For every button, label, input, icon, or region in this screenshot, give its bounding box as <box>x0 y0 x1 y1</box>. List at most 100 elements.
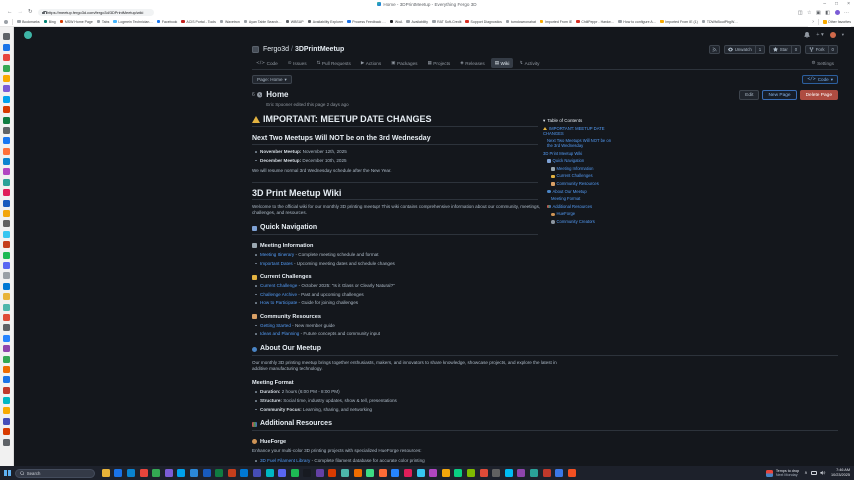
toc-item[interactable]: IMPORTANT: MEETUP DATE CHANGES <box>543 126 617 136</box>
delete-page-button[interactable]: Delete Page <box>800 90 838 100</box>
tab-pull-requests[interactable]: ⇅Pull Requests <box>313 58 355 68</box>
vertical-tab-icon[interactable] <box>3 262 10 269</box>
taskbar-app-icon[interactable] <box>303 469 311 477</box>
wiki-code-button[interactable]: </> Code ▾ <box>802 75 838 84</box>
star-count[interactable]: 0 <box>791 46 800 53</box>
bookmark-item[interactable]: Tabs <box>97 20 110 24</box>
bookmark-item[interactable]: MSW Home Page <box>60 20 93 24</box>
vertical-tab-icon[interactable] <box>3 304 10 311</box>
globe-icon[interactable] <box>4 20 8 24</box>
tab-projects[interactable]: ▦Projects <box>424 58 455 68</box>
taskbar-app-icon[interactable] <box>266 469 274 477</box>
vertical-tab-icon[interactable] <box>3 345 10 352</box>
wiki-link[interactable]: Challenge Archive <box>260 292 297 297</box>
taskbar-app-icon[interactable] <box>530 469 538 477</box>
taskbar-app-icon[interactable] <box>454 469 462 477</box>
collections-icon[interactable]: ▣ <box>816 10 821 16</box>
toc-item[interactable]: Additional Resources <box>543 204 617 209</box>
vertical-tab-icon[interactable] <box>3 418 10 425</box>
vertical-tab-icon[interactable] <box>3 272 10 279</box>
vertical-tab-icon[interactable] <box>3 376 10 383</box>
wiki-link[interactable]: Important Dates <box>260 261 293 266</box>
taskbar-app-icon[interactable] <box>505 469 513 477</box>
bookmark-item[interactable]: Bing <box>44 20 56 24</box>
vertical-tab-icon[interactable] <box>3 106 10 113</box>
chevron-right-icon[interactable]: › <box>812 19 814 25</box>
vertical-tab-icon[interactable] <box>3 117 10 124</box>
taskbar-app-icon[interactable] <box>442 469 450 477</box>
bookmark-item[interactable]: Imported From IE <box>540 20 572 24</box>
toc-item[interactable]: Quick Navigation <box>543 158 617 163</box>
refresh-button[interactable]: ↻ <box>28 8 33 17</box>
vertical-tab-icon[interactable] <box>3 137 10 144</box>
taskbar-app-icon[interactable] <box>140 469 148 477</box>
bookmark-item[interactable]: Logmein Technician… <box>113 20 152 24</box>
vertical-tab-icon[interactable] <box>3 324 10 331</box>
vertical-tab-icon[interactable] <box>3 241 10 248</box>
tab-code[interactable]: </>Code <box>252 58 282 68</box>
taskbar-app-icon[interactable] <box>240 469 248 477</box>
taskbar-app-icon[interactable] <box>379 469 387 477</box>
taskbar-app-icon[interactable] <box>152 469 160 477</box>
vertical-tab-icon[interactable] <box>3 148 10 155</box>
vertical-tab-icon[interactable] <box>3 44 10 51</box>
gitea-logo[interactable] <box>24 31 32 39</box>
taskbar-app-icon[interactable] <box>328 469 336 477</box>
bookmark-item[interactable]: RAT Soft-Credit <box>432 20 461 24</box>
vertical-tab-icon[interactable] <box>3 158 10 165</box>
extensions-icon[interactable]: ◧ <box>825 10 830 16</box>
new-page-button[interactable]: New Page <box>762 90 796 100</box>
start-button[interactable] <box>4 470 11 477</box>
fork-button[interactable]: Fork 0 <box>805 45 838 54</box>
tab-activity[interactable]: ↯Activity <box>515 58 543 68</box>
taskbar-app-icon[interactable] <box>404 469 412 477</box>
wiki-link[interactable]: 3D Fuel Filament Library <box>260 458 310 463</box>
vertical-tab-icon[interactable] <box>3 314 10 321</box>
history-clock-icon[interactable] <box>257 92 263 98</box>
bookmark-item[interactable]: How to configure A… <box>618 20 656 24</box>
repo-owner[interactable]: Fergo3d <box>263 46 289 53</box>
vertical-tab-icon[interactable] <box>3 189 10 196</box>
maximize-button[interactable]: □ <box>835 1 838 7</box>
back-button[interactable]: ← <box>7 8 13 17</box>
fork-count[interactable]: 0 <box>828 46 837 53</box>
taskbar-app-icon[interactable] <box>114 469 122 477</box>
vertical-tab-icon[interactable] <box>3 439 10 446</box>
tab-releases[interactable]: ◈Releases <box>456 58 489 68</box>
taskbar-app-icon[interactable] <box>177 469 185 477</box>
favorites-star-icon[interactable]: ☆ <box>807 10 811 16</box>
taskbar-app-icon[interactable] <box>391 469 399 477</box>
toc-item[interactable]: About Our Meetup <box>543 189 617 194</box>
vertical-tab-icon[interactable] <box>3 210 10 217</box>
vertical-tab-icon[interactable] <box>3 397 10 404</box>
vertical-tab-icon[interactable] <box>3 356 10 363</box>
taskbar-app-icon[interactable] <box>429 469 437 477</box>
vertical-tab-icon[interactable] <box>3 85 10 92</box>
taskbar-app-icon[interactable] <box>467 469 475 477</box>
tab-settings[interactable]: ⚙Settings <box>808 58 838 68</box>
bookmark-item[interactable]: WBSUP <box>286 20 304 24</box>
toc-item[interactable]: HueForge <box>543 211 617 216</box>
forward-button[interactable]: → <box>18 8 24 17</box>
bookmark-item[interactable]: WoA <box>390 20 403 24</box>
vertical-tab-icon[interactable] <box>3 96 10 103</box>
tab-packages[interactable]: ▣Packages <box>387 58 421 68</box>
toc-item[interactable]: Next Two Meetups Will NOT be on the 3rd … <box>543 138 617 148</box>
vertical-tab-icon[interactable] <box>3 54 10 61</box>
vertical-tab-icon[interactable] <box>3 335 10 342</box>
taskbar-app-icon[interactable] <box>366 469 374 477</box>
taskbar-app-icon[interactable] <box>215 469 223 477</box>
vertical-tab-icon[interactable] <box>3 428 10 435</box>
user-avatar[interactable] <box>830 32 836 38</box>
chevron-down-icon[interactable]: ▾ <box>842 32 844 38</box>
vertical-tab-icon[interactable] <box>3 283 10 290</box>
bookmark-item[interactable]: Facebook <box>157 20 177 24</box>
bookmark-item[interactable]: Availability Explorer <box>308 20 344 24</box>
bookmark-item[interactable]: Availability <box>406 20 428 24</box>
vertical-tab-icon[interactable] <box>3 179 10 186</box>
taskbar-app-icon[interactable] <box>316 469 324 477</box>
vertical-tab-icon[interactable] <box>3 387 10 394</box>
browser-menu-icon[interactable]: ⋯ <box>844 10 849 16</box>
bookmark-item[interactable]: ACIS Portal - Tools <box>181 20 216 24</box>
split-screen-icon[interactable]: ◫ <box>798 10 803 16</box>
